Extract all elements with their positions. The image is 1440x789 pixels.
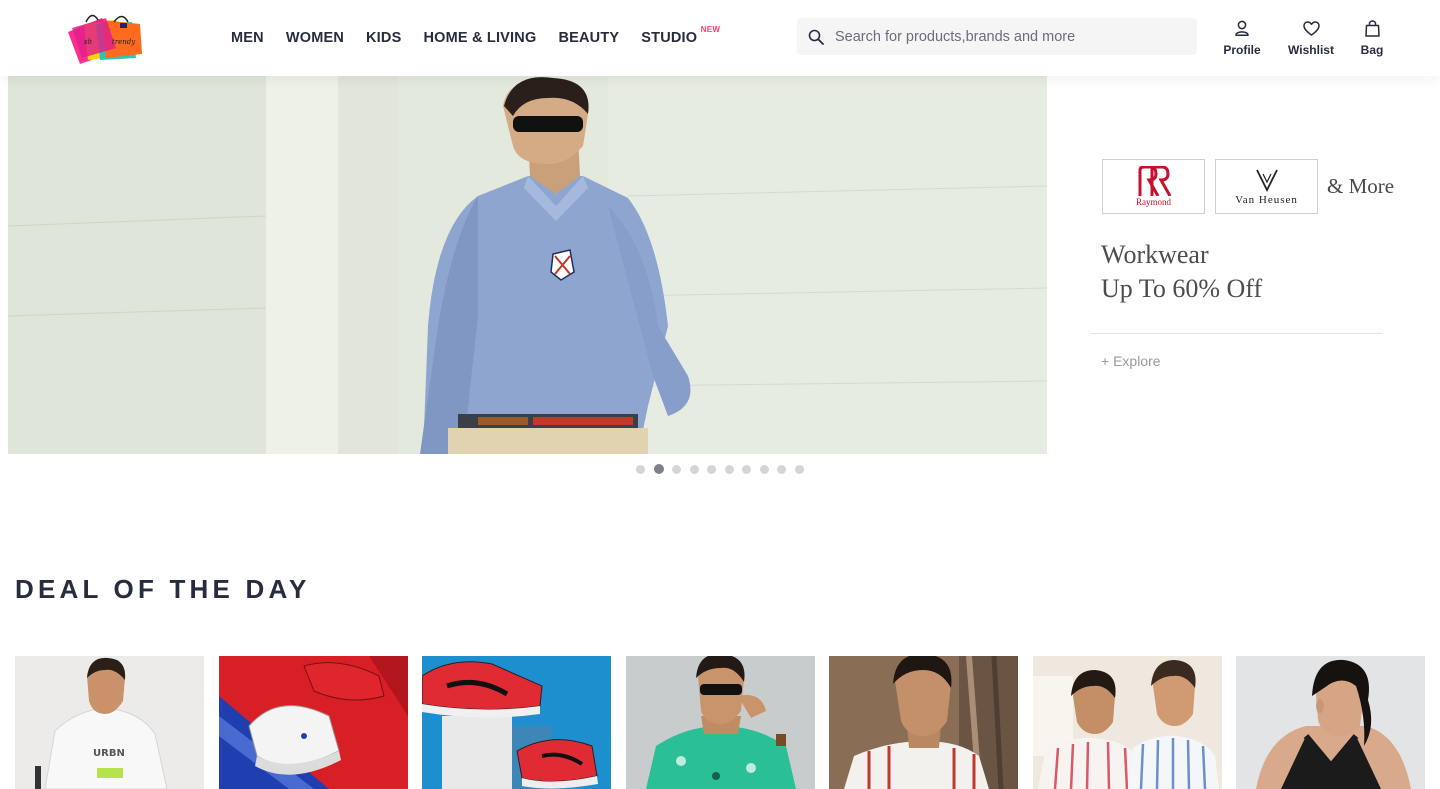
nav-item-home-living[interactable]: HOME & LIVING bbox=[412, 0, 547, 76]
carousel-dot[interactable] bbox=[724, 464, 734, 474]
nav-item-men[interactable]: MEN bbox=[220, 0, 275, 76]
promo-divider bbox=[1091, 333, 1383, 334]
header-actions: Profile Wishlist Bag bbox=[1206, 0, 1400, 76]
user-icon bbox=[1234, 19, 1250, 37]
search-icon[interactable] bbox=[797, 18, 835, 55]
deal-card-white-sneaker-red-background[interactable] bbox=[219, 656, 408, 789]
promo-title: Workwear Up To 60% Off bbox=[1101, 238, 1262, 306]
carousel-dot[interactable] bbox=[672, 464, 681, 474]
deal-card-man-striped-shirt[interactable] bbox=[829, 656, 1018, 789]
explore-link[interactable]: + Explore bbox=[1101, 353, 1161, 369]
search-input[interactable] bbox=[835, 18, 1175, 55]
carousel-dot[interactable] bbox=[707, 464, 716, 474]
deal-card-two-men-striped-shirts[interactable] bbox=[1033, 656, 1222, 789]
wishlist-label: Wishlist bbox=[1288, 43, 1334, 57]
section-title-deal-of-the-day: DEAL OF THE DAY bbox=[15, 574, 311, 604]
main-nav: MEN WOMEN KIDS HOME & LIVING BEAUTY STUD… bbox=[220, 0, 720, 76]
profile-button[interactable]: Profile bbox=[1206, 0, 1278, 76]
raymond-logo: Raymond bbox=[1102, 159, 1205, 214]
deal-card-red-puma-sneakers[interactable] bbox=[422, 656, 611, 789]
carousel-dot[interactable] bbox=[689, 464, 699, 474]
hero-banner-image[interactable] bbox=[8, 76, 1047, 454]
nav-item-kids[interactable]: KIDS bbox=[355, 0, 412, 76]
heart-icon bbox=[1302, 19, 1320, 37]
svg-text:URBN: URBN bbox=[93, 748, 125, 759]
carousel-dot[interactable] bbox=[759, 464, 769, 474]
carousel-pagination bbox=[636, 464, 812, 474]
carousel-dot[interactable] bbox=[742, 464, 751, 474]
deal-card-woman-black-sports-top[interactable] bbox=[1236, 656, 1425, 789]
promo-title-line2: Up To 60% Off bbox=[1101, 274, 1263, 303]
site-header: sh trendy MEN WOMEN KIDS HOME & LIVING B… bbox=[0, 0, 1440, 76]
new-badge: NEW bbox=[700, 25, 721, 34]
nav-item-beauty[interactable]: BEAUTY bbox=[547, 0, 630, 76]
carousel-dot-active[interactable] bbox=[653, 464, 664, 474]
workwear-promo[interactable]: Raymond Van Heusen & More Workwear Up To… bbox=[1047, 76, 1440, 454]
carousel-dot[interactable] bbox=[777, 464, 786, 474]
van-heusen-wordmark: Van Heusen bbox=[1235, 193, 1298, 206]
more-brands-text: & More bbox=[1327, 174, 1395, 198]
deal-of-the-day-carousel: URBN bbox=[15, 656, 1425, 789]
svg-text:sh: sh bbox=[84, 38, 92, 46]
profile-label: Profile bbox=[1223, 43, 1261, 57]
nav-item-women[interactable]: WOMEN bbox=[275, 0, 355, 76]
wishlist-button[interactable]: Wishlist bbox=[1278, 0, 1344, 76]
svg-text:trendy: trendy bbox=[112, 38, 136, 46]
bag-label: Bag bbox=[1360, 43, 1384, 57]
raymond-wordmark: Raymond bbox=[1136, 197, 1171, 207]
bag-button[interactable]: Bag bbox=[1344, 0, 1400, 76]
deal-card-boy-white-sweatshirt[interactable]: URBN bbox=[15, 656, 204, 789]
carousel-dot[interactable] bbox=[636, 464, 645, 474]
van-heusen-logo: Van Heusen bbox=[1215, 159, 1318, 214]
bag-icon bbox=[1364, 19, 1380, 37]
promo-title-line1: Workwear bbox=[1101, 240, 1209, 269]
nav-item-studio[interactable]: STUDIO NEW bbox=[630, 0, 720, 76]
carousel-dot[interactable] bbox=[794, 464, 804, 474]
search-bar bbox=[797, 18, 1197, 55]
shopping-bags-logo-icon[interactable]: sh trendy bbox=[62, 10, 146, 64]
deal-card-man-sunglasses-green-shirt[interactable] bbox=[626, 656, 815, 789]
